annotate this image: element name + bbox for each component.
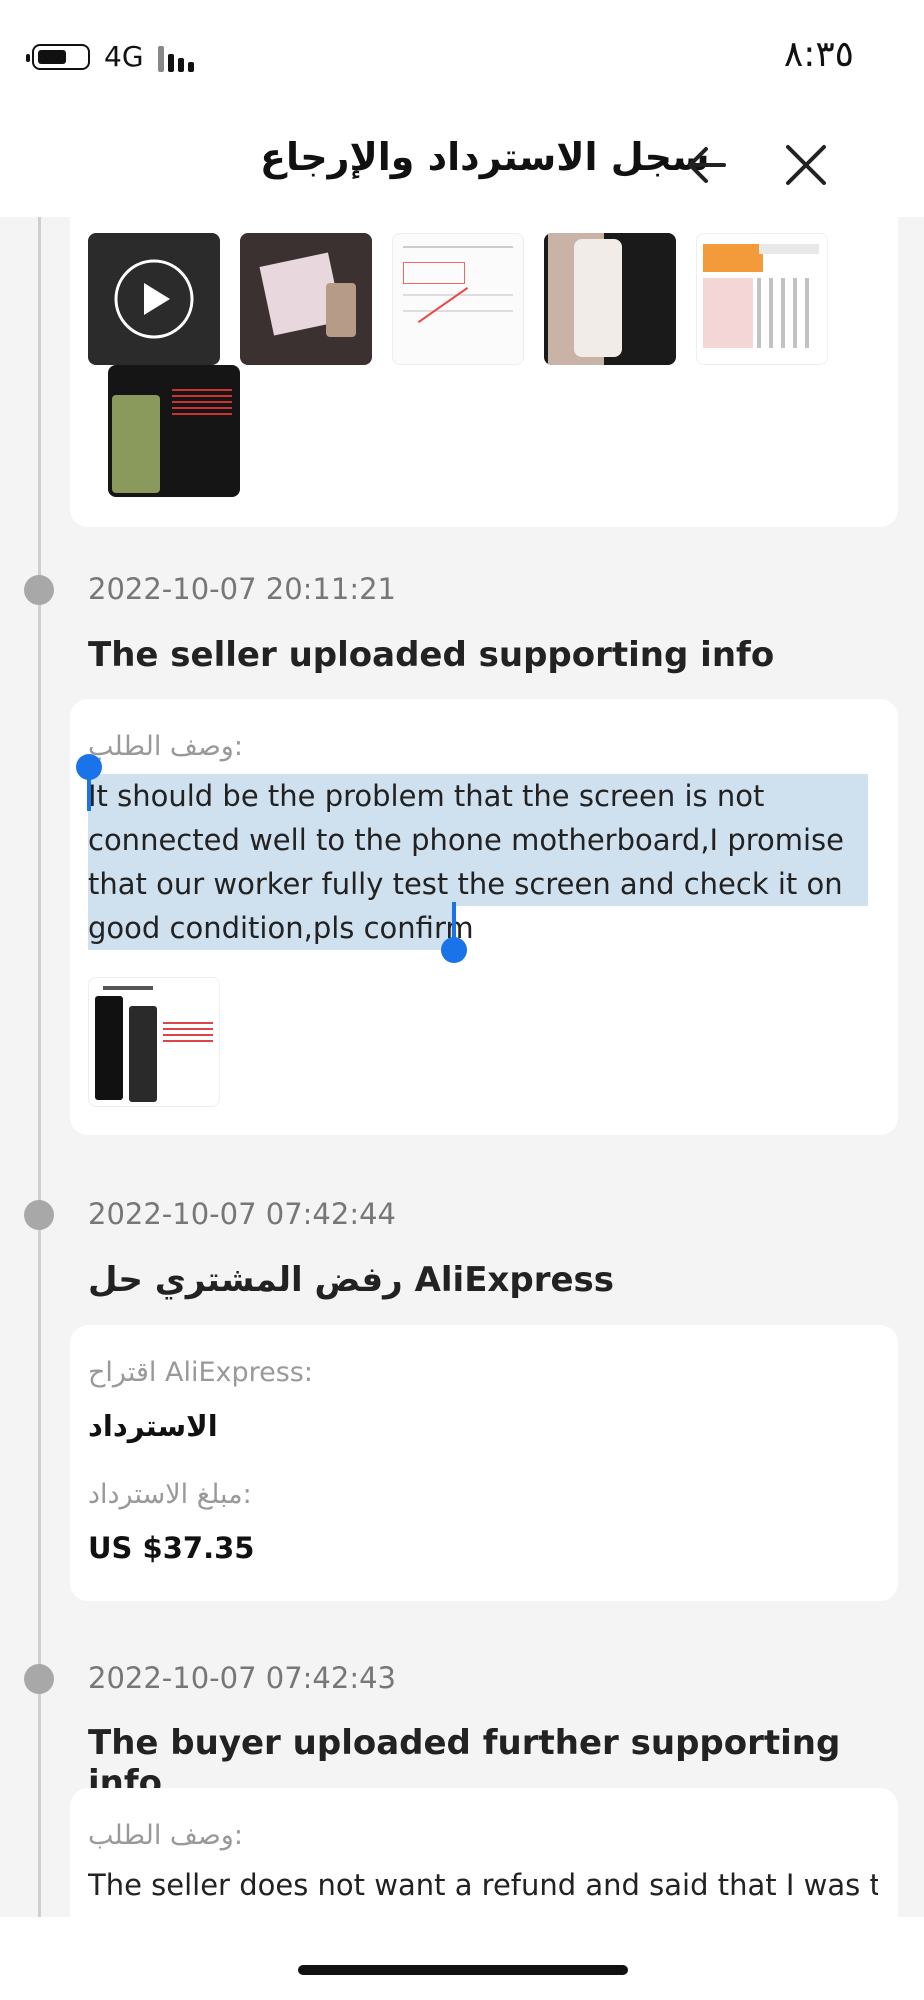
image-thumbnail[interactable] bbox=[392, 233, 524, 365]
battery-icon bbox=[26, 44, 90, 70]
selection-start-handle[interactable] bbox=[74, 751, 104, 811]
home-indicator[interactable] bbox=[298, 1965, 628, 1975]
request-description-text[interactable]: The seller does not want a refund and sa… bbox=[88, 1863, 878, 1907]
suggestion-value: الاسترداد bbox=[88, 1409, 218, 1443]
image-thumbnail[interactable] bbox=[696, 233, 828, 365]
timeline-dot bbox=[24, 575, 54, 605]
buyer-info-card: وصف الطلب: The seller does not want a re… bbox=[70, 1788, 898, 1917]
attachments-card bbox=[70, 217, 898, 527]
network-label: 4G bbox=[104, 40, 144, 73]
image-thumbnail[interactable] bbox=[240, 233, 372, 365]
refund-amount-value: US $37.35 bbox=[88, 1531, 255, 1565]
header: سجل الاسترداد والإرجاع bbox=[0, 105, 924, 217]
entry-timestamp: 2022-10-07 20:11:21 bbox=[88, 572, 396, 606]
play-icon bbox=[114, 259, 194, 339]
timeline-line bbox=[38, 217, 41, 1917]
bottom-safe-area bbox=[0, 1917, 924, 2000]
request-description-text[interactable]: It should be the problem that the screen… bbox=[88, 774, 878, 950]
video-thumbnail[interactable] bbox=[88, 233, 220, 365]
close-button[interactable] bbox=[780, 139, 832, 191]
entry-timestamp: 2022-10-07 07:42:44 bbox=[88, 1197, 396, 1231]
timeline-dot bbox=[24, 1664, 54, 1694]
signal-icon bbox=[158, 46, 202, 72]
request-description-label: وصف الطلب: bbox=[88, 1820, 243, 1851]
image-thumbnail[interactable] bbox=[88, 977, 220, 1107]
seller-info-card: وصف الطلب: It should be the problem that… bbox=[70, 699, 898, 1135]
entry-title: رفض المشتري حل AliExpress bbox=[88, 1260, 615, 1300]
entry-title: The seller uploaded supporting info bbox=[88, 635, 775, 675]
request-description-label: وصف الطلب: bbox=[88, 731, 243, 762]
clock: ٨:٣٥ bbox=[783, 34, 854, 75]
image-thumbnail[interactable] bbox=[108, 365, 240, 497]
selection-end-handle[interactable] bbox=[439, 902, 469, 966]
page-title: سجل الاسترداد والإرجاع bbox=[260, 135, 710, 179]
status-bar: 4G ٨:٣٥ bbox=[0, 0, 924, 105]
arrow-left-icon bbox=[688, 147, 726, 183]
back-button[interactable] bbox=[680, 139, 732, 191]
image-thumbnail[interactable] bbox=[544, 233, 676, 365]
refund-amount-label: مبلغ الاسترداد: bbox=[88, 1479, 252, 1510]
aliexpress-suggestion-card: اقتراح AliExpress: الاسترداد مبلغ الاستر… bbox=[70, 1325, 898, 1601]
suggestion-label: اقتراح AliExpress: bbox=[88, 1357, 313, 1388]
close-icon bbox=[786, 145, 826, 185]
refund-history-list[interactable]: 2022-10-07 20:11:21 The seller uploaded … bbox=[0, 217, 924, 1917]
timeline-dot bbox=[24, 1200, 54, 1230]
entry-timestamp: 2022-10-07 07:42:43 bbox=[88, 1661, 396, 1695]
